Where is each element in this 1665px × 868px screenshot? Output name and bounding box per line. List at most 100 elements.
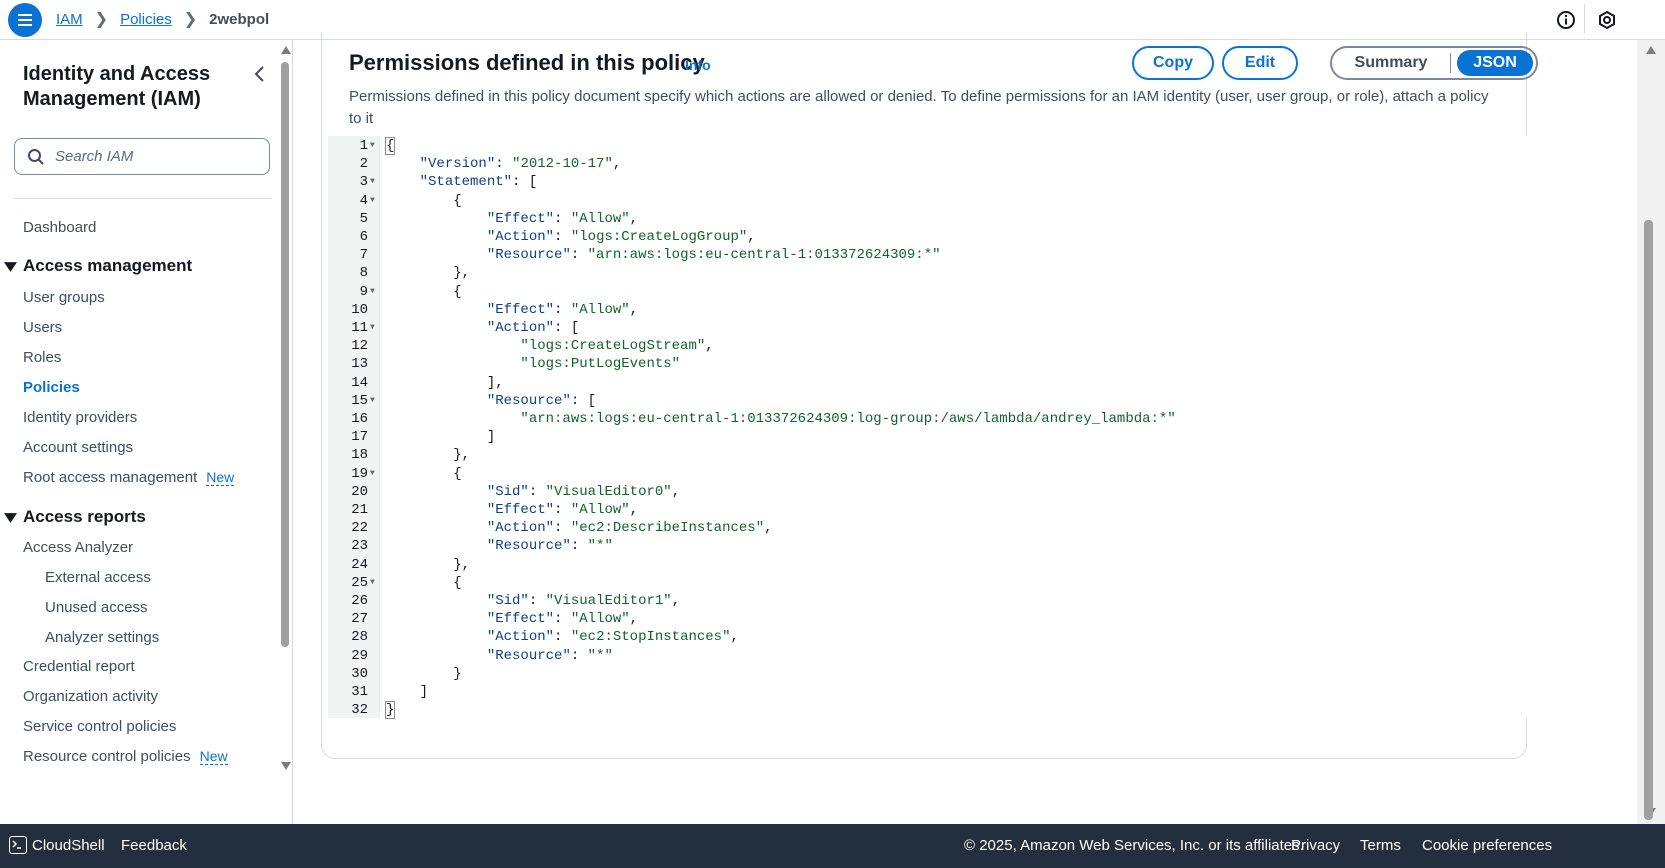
line-number: 12 (351, 338, 368, 355)
code-text: "Action": "ec2:DescribeInstances", (486, 520, 773, 537)
sidebar-item-roles[interactable]: Roles (23, 349, 61, 366)
code-line: 16 "arn:aws:logs:eu-central-1:0133726243… (328, 410, 1528, 428)
breadcrumb: IAM ❯ Policies ❯ 2webpol (56, 9, 269, 29)
line-number: 5 (359, 210, 368, 227)
search-input[interactable] (55, 148, 255, 165)
sidebar-item-analyzer-settings[interactable]: Analyzer settings (45, 629, 159, 646)
fold-toggle-icon[interactable]: ▼ (370, 392, 375, 410)
code-line: 25 ▼ { (328, 574, 1528, 592)
line-number: 2 (359, 156, 368, 173)
sidebar-item-account-settings[interactable]: Account settings (23, 439, 133, 456)
code-line: 12 "logs:CreateLogStream", (328, 337, 1528, 355)
code-line: 11 ▼ "Action": [ (328, 319, 1528, 337)
line-number: 8 (359, 265, 368, 282)
line-number: 18 (351, 447, 368, 464)
info-link[interactable]: Info (685, 57, 711, 73)
breadcrumb-iam[interactable]: IAM (56, 11, 83, 28)
line-number: 15 (351, 392, 368, 409)
code-line: 32} (328, 701, 1528, 720)
code-text: } (384, 701, 396, 720)
view-toggle: Summary JSON (1330, 46, 1538, 80)
scroll-up-arrow-icon[interactable] (281, 46, 291, 54)
sidebar-item-service-control-policies[interactable]: Service control policies (23, 718, 176, 735)
fold-toggle-icon[interactable]: ▼ (370, 173, 375, 191)
sidebar-item-rcp-label: Resource control policies (23, 748, 191, 765)
line-number: 21 (351, 502, 368, 518)
sidebar-item-access-analyzer[interactable]: Access Analyzer (23, 539, 133, 556)
fold-toggle-icon[interactable]: ▼ (370, 192, 375, 210)
code-text: "logs:CreateLogStream", (520, 338, 714, 355)
line-number: 24 (351, 556, 368, 573)
top-divider (1584, 4, 1585, 34)
code-line: 1 ▼ { (328, 137, 1528, 155)
code-line: 26 "Sid": "VisualEditor1", (328, 592, 1528, 610)
terms-link[interactable]: Terms (1360, 837, 1401, 854)
code-line: 15 ▼ "Resource": [ (328, 392, 1528, 410)
sidebar-item-dashboard[interactable]: Dashboard (23, 219, 96, 236)
fold-toggle-icon[interactable]: ▼ (370, 465, 375, 483)
sidebar-item-organization-activity[interactable]: Organization activity (23, 688, 158, 705)
json-toggle[interactable]: JSON (1457, 50, 1533, 76)
sidebar-item-resource-control-policies[interactable]: Resource control policies New (23, 748, 228, 765)
fold-toggle-icon[interactable]: ▼ (370, 283, 375, 301)
code-text: { (386, 192, 462, 209)
page-scroll-thumb[interactable] (1644, 220, 1653, 820)
new-badge: New (199, 748, 228, 765)
sidebar-item-external-access[interactable]: External access (45, 569, 151, 586)
fold-toggle-icon[interactable]: ▼ (370, 574, 375, 592)
sidebar: Identity and Access Management (IAM) Das… (0, 40, 292, 824)
code-text: } (386, 665, 462, 682)
line-number: 30 (351, 665, 368, 682)
feedback-link[interactable]: Feedback (121, 837, 187, 854)
code-text: { (384, 137, 396, 155)
scroll-up-arrow-icon[interactable] (1646, 46, 1656, 54)
line-number: 16 (351, 411, 368, 427)
info-circle-icon[interactable] (1554, 8, 1578, 32)
sidebar-item-identity-providers[interactable]: Identity providers (23, 409, 137, 426)
cloudshell-link[interactable]: CloudShell (32, 837, 105, 854)
sidebar-item-user-groups[interactable]: User groups (23, 289, 105, 306)
breadcrumb-policies[interactable]: Policies (120, 11, 172, 28)
code-text: "logs:PutLogEvents" (520, 356, 681, 373)
sidebar-scroll-thumb[interactable] (281, 62, 289, 647)
hamburger-icon (18, 14, 32, 26)
summary-toggle[interactable]: Summary (1332, 54, 1450, 72)
cloudshell-icon[interactable] (9, 836, 27, 854)
code-text: }, (386, 447, 471, 464)
code-line: 10 "Effect": "Allow", (328, 301, 1528, 319)
section-access-reports[interactable]: Access reports (4, 507, 146, 527)
section-access-reports-label: Access reports (23, 507, 146, 526)
code-text: "Action": "ec2:StopInstances", (486, 629, 739, 646)
code-text: "Action": "logs:CreateLogGroup", (486, 229, 756, 245)
json-editor[interactable]: 1 ▼{2 "Version": "2012-10-17", 3 ▼ "Stateme… (328, 136, 1532, 720)
line-number: 9 (359, 283, 368, 300)
code-line: 22 "Action": "ec2:DescribeInstances", (328, 519, 1528, 537)
fold-toggle-icon[interactable]: ▼ (370, 319, 375, 337)
sidebar-item-users[interactable]: Users (23, 319, 62, 336)
line-number: 32 (351, 702, 368, 719)
collapse-sidebar-button[interactable] (250, 64, 270, 84)
privacy-link[interactable]: Privacy (1291, 837, 1340, 854)
sidebar-item-root-access[interactable]: Root access management New (23, 469, 235, 486)
notifications-icon[interactable] (1595, 8, 1619, 32)
cookie-preferences-link[interactable]: Cookie preferences (1422, 837, 1552, 854)
code-line: 5 "Effect": "Allow", (328, 210, 1528, 228)
sidebar-item-policies[interactable]: Policies (23, 379, 80, 396)
edit-button[interactable]: Edit (1222, 46, 1298, 80)
section-access-management[interactable]: Access management (4, 256, 192, 276)
scroll-down-arrow-icon[interactable] (281, 762, 291, 770)
sidebar-item-unused-access[interactable]: Unused access (45, 599, 148, 616)
code-line: 29 "Resource": "*" (328, 647, 1528, 665)
line-number: 20 (351, 483, 368, 500)
panel-description: Permissions defined in this policy docum… (349, 88, 1489, 127)
copy-button[interactable]: Copy (1132, 46, 1214, 80)
chevron-right-icon: ❯ (94, 11, 109, 28)
fold-toggle-icon[interactable]: ▼ (370, 137, 375, 155)
code-line: 21 "Effect": "Allow", (328, 501, 1528, 519)
code-line: 31 ] (328, 683, 1528, 701)
sidebar-item-credential-report[interactable]: Credential report (23, 658, 135, 675)
search-field[interactable] (14, 138, 270, 175)
menu-toggle-button[interactable] (8, 3, 42, 37)
line-number: 3 (359, 174, 368, 191)
line-number: 23 (351, 538, 368, 555)
